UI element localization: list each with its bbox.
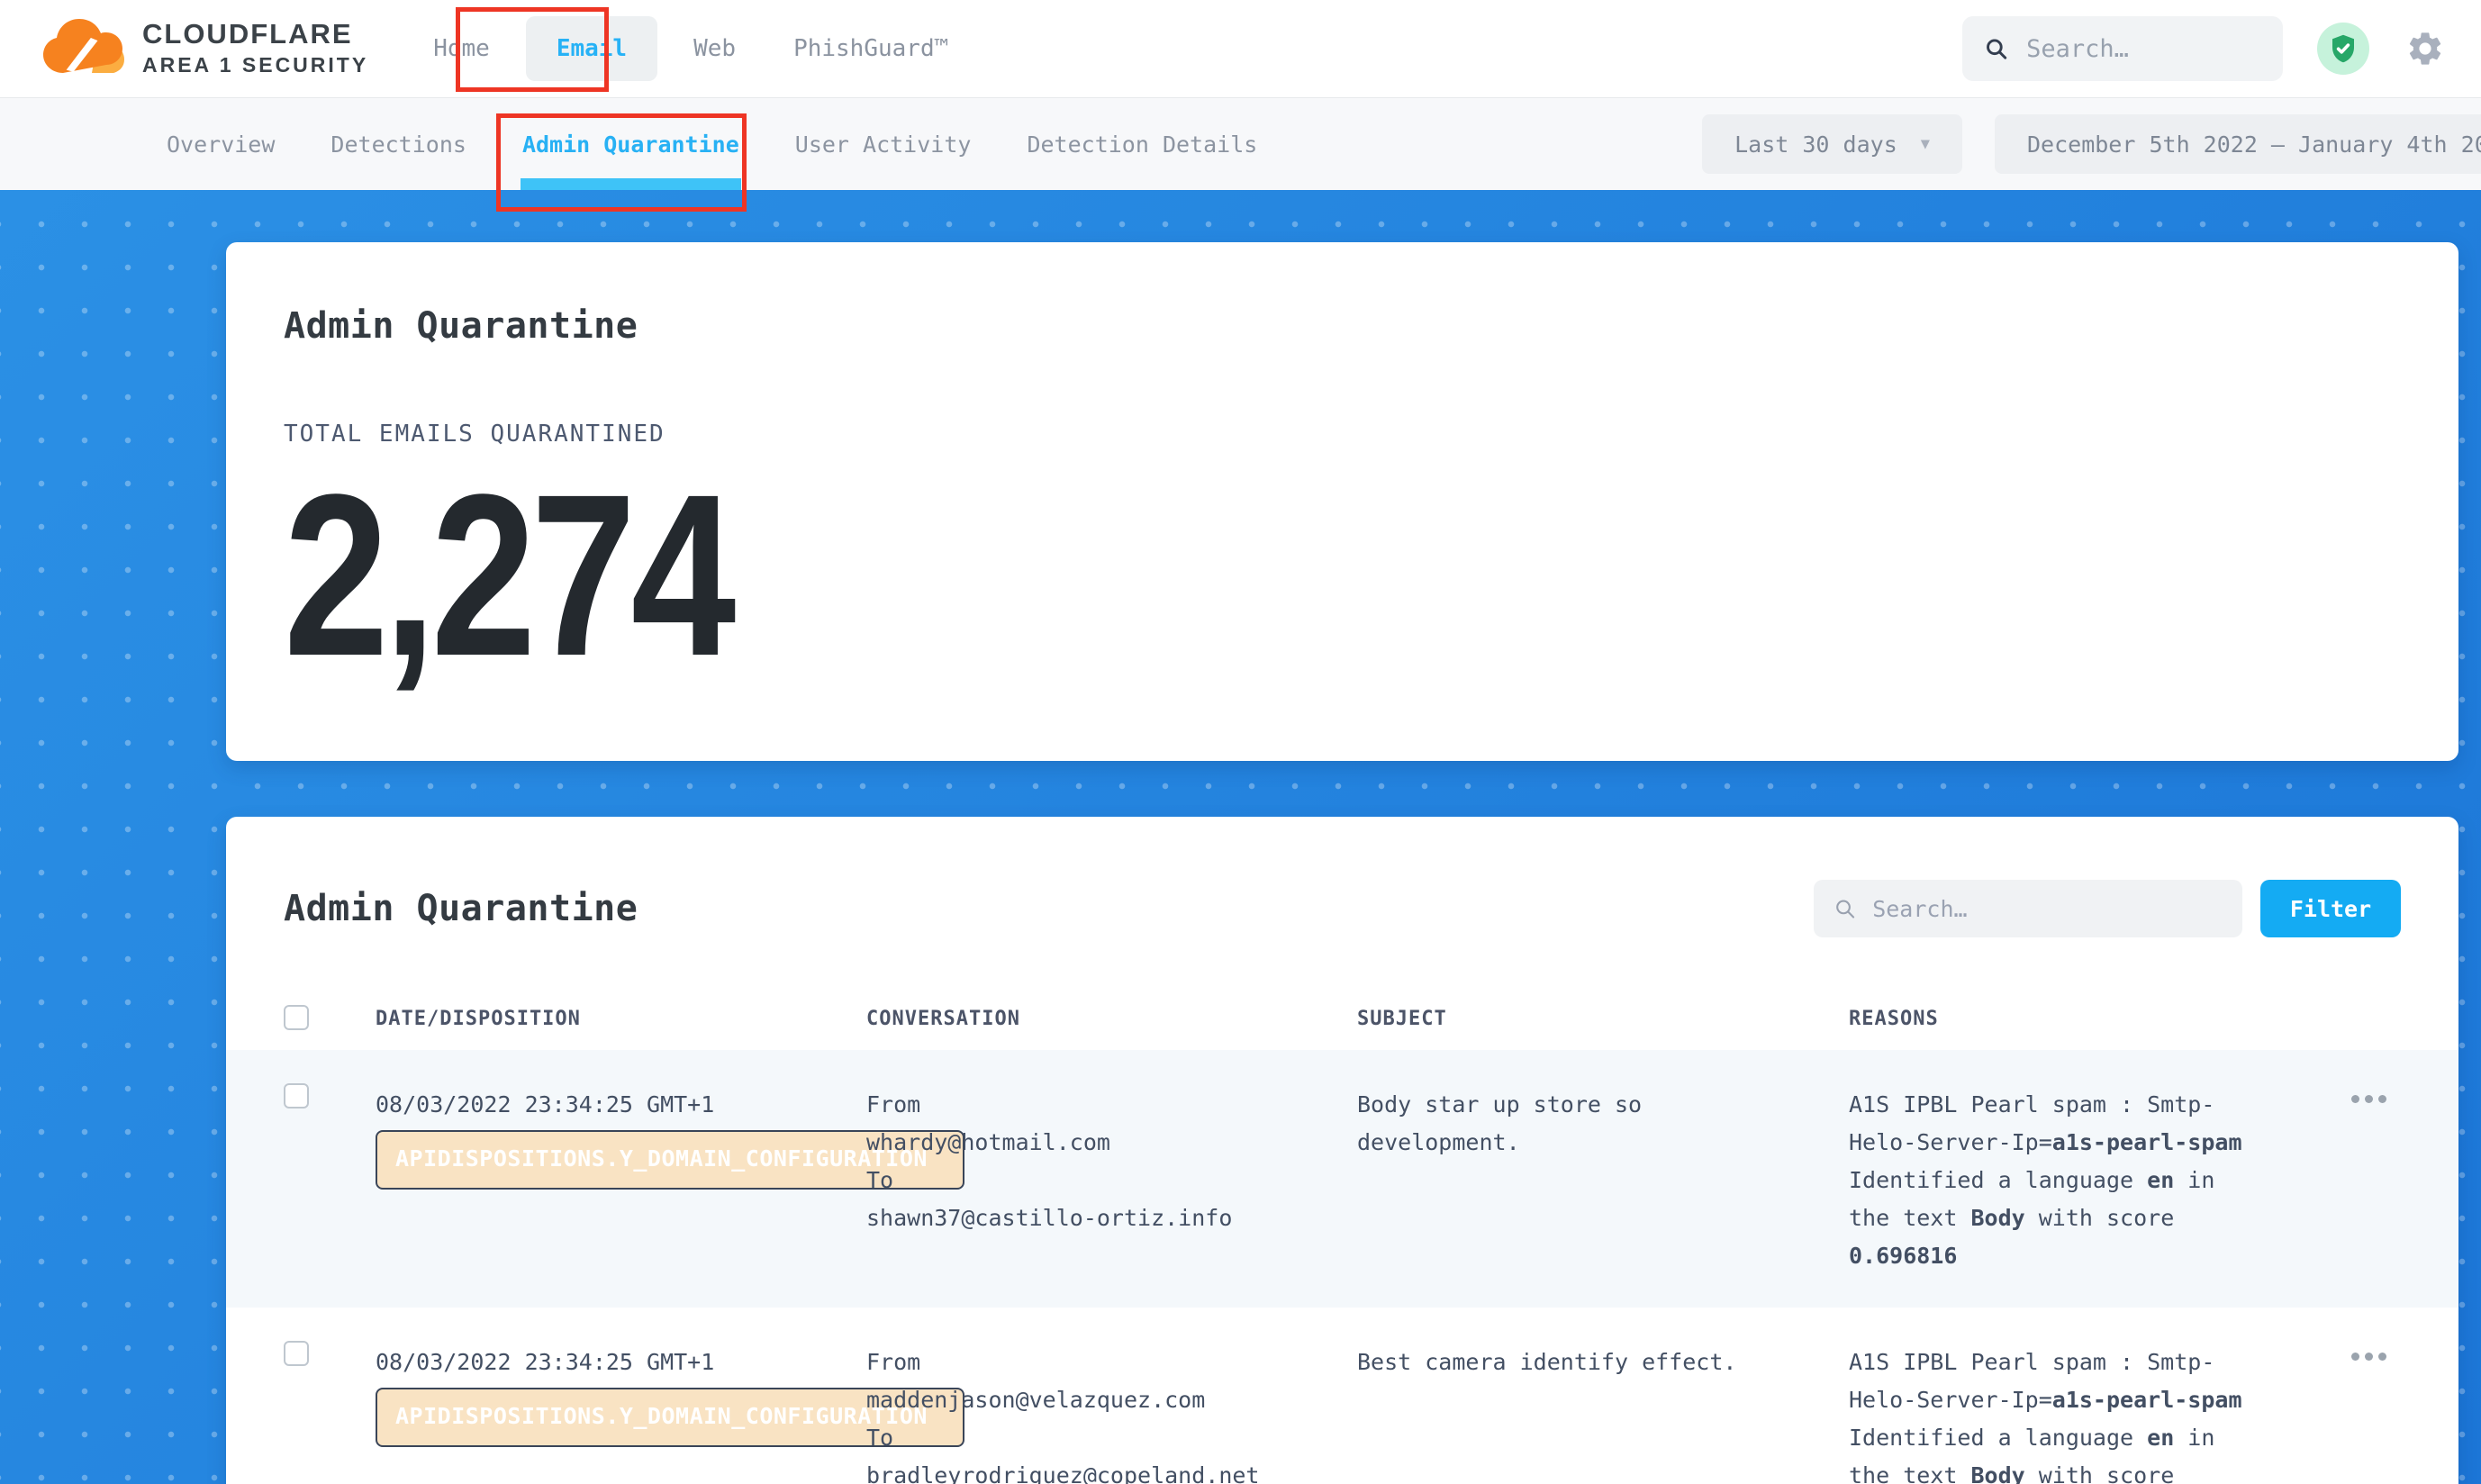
row-checkbox[interactable] [284, 1341, 309, 1366]
from-address: maddenjason@velazquez.com [866, 1381, 1357, 1419]
from-address: whardy@hotmail.com [866, 1124, 1357, 1162]
date-controls: Last 30 days ▼ December 5th 2022 — Janua… [1702, 98, 2481, 190]
shield-check-icon [2327, 32, 2359, 65]
tab-detection-details[interactable]: Detection Details [1025, 98, 1259, 190]
reasons-cell: A1S IPBL Pearl spam : Smtp- Helo-Server-… [1849, 1344, 2292, 1484]
col-reasons: REASONS [1849, 1008, 2292, 1030]
from-label: From [866, 1344, 1357, 1381]
row-actions-menu[interactable] [2351, 1095, 2386, 1103]
from-label: From [866, 1086, 1357, 1124]
to-label: To [866, 1419, 1357, 1457]
to-address: shawn37@castillo-ortiz.info [866, 1199, 1357, 1237]
summary-card-title: Admin Quarantine [284, 305, 2401, 347]
date-cell: 08/03/2022 23:34:25 GMT+1 [376, 1086, 866, 1124]
tab-overview[interactable]: Overview [165, 98, 276, 190]
time-range-label: Last 30 days [1734, 131, 1897, 158]
to-address: bradleyrodriguez@copeland.net [866, 1457, 1357, 1484]
filter-button[interactable]: Filter [2260, 880, 2401, 937]
table-row: 08/03/2022 23:34:25 GMT+1 From whardy@ho… [226, 1050, 2458, 1308]
row-actions-menu[interactable] [2351, 1353, 2386, 1361]
quarantine-table-card: Admin Quarantine Filter DATE/DISPOSITION… [226, 817, 2458, 1484]
settings-button[interactable] [2405, 29, 2445, 68]
date-cell: 08/03/2022 23:34:25 GMT+1 [376, 1344, 866, 1381]
brand-text: CLOUDFLARE AREA 1 SECURITY [142, 20, 368, 77]
cloudflare-logo[interactable]: CLOUDFLARE AREA 1 SECURITY [36, 15, 368, 82]
tab-detections[interactable]: Detections [329, 98, 468, 190]
table-card-header: Admin Quarantine Filter [284, 880, 2401, 937]
conversation-cell: From whardy@hotmail.com To shawn37@casti… [866, 1086, 1357, 1237]
reasons-cell: A1S IPBL Pearl spam : Smtp- Helo-Server-… [1849, 1086, 2292, 1275]
nav-item-phishguard[interactable]: PhishGuard™ [788, 26, 954, 71]
quarantine-summary-card: Admin Quarantine TOTAL EMAILS QUARANTINE… [226, 242, 2458, 761]
page-content: Admin Quarantine TOTAL EMAILS QUARANTINE… [0, 190, 2481, 1484]
primary-nav: Home Email Web PhishGuard™ [428, 16, 954, 81]
global-search[interactable] [1962, 16, 2283, 81]
table-card-title: Admin Quarantine [284, 888, 638, 929]
metric-label: TOTAL EMAILS QUARANTINED [284, 421, 2401, 448]
subject-cell: Body star up store so development. [1357, 1086, 1849, 1162]
quarantine-table: DATE/DISPOSITION CONVERSATION SUBJECT RE… [284, 995, 2401, 1484]
to-label: To [866, 1162, 1357, 1199]
chevron-down-icon: ▼ [1921, 135, 1930, 153]
table-header-row: DATE/DISPOSITION CONVERSATION SUBJECT RE… [284, 995, 2401, 1050]
tab-admin-quarantine[interactable]: Admin Quarantine [521, 98, 741, 190]
nav-item-email[interactable]: Email [526, 16, 657, 81]
table-search[interactable] [1814, 880, 2242, 937]
top-navbar: CLOUDFLARE AREA 1 SECURITY Home Email We… [0, 0, 2481, 98]
nav-item-web[interactable]: Web [688, 26, 741, 71]
table-search-input[interactable] [1872, 896, 2223, 922]
col-date-disposition: DATE/DISPOSITION [376, 1008, 866, 1030]
subject-cell: Best camera identify effect. [1357, 1344, 1849, 1381]
table-row: 08/03/2022 23:34:25 GMT+1 From maddenjas… [284, 1308, 2401, 1484]
date-range-display[interactable]: December 5th 2022 — January 4th 2023 [1995, 114, 2481, 174]
row-checkbox[interactable] [284, 1083, 309, 1108]
search-icon [1984, 34, 2008, 63]
global-search-input[interactable] [2026, 35, 2261, 63]
tab-user-activity[interactable]: User Activity [793, 98, 973, 190]
search-icon [1834, 896, 1856, 921]
gear-icon [2405, 29, 2445, 68]
metric-value: 2,274 [284, 460, 731, 691]
col-conversation: CONVERSATION [866, 1008, 1357, 1030]
col-subject: SUBJECT [1357, 1008, 1849, 1030]
nav-item-home[interactable]: Home [428, 26, 495, 71]
date-range-text: December 5th 2022 — January 4th 2023 [2027, 131, 2481, 158]
select-all-checkbox[interactable] [284, 1005, 309, 1030]
brand-subtitle: AREA 1 SECURITY [142, 53, 368, 77]
conversation-cell: From maddenjason@velazquez.com To bradle… [866, 1344, 1357, 1484]
email-section-tabs: Overview Detections Admin Quarantine Use… [0, 98, 2481, 190]
time-range-dropdown[interactable]: Last 30 days ▼ [1702, 114, 1962, 174]
protection-status-badge[interactable] [2317, 23, 2369, 75]
brand-name: CLOUDFLARE [142, 20, 368, 50]
cloudflare-cloud-icon [36, 15, 130, 82]
